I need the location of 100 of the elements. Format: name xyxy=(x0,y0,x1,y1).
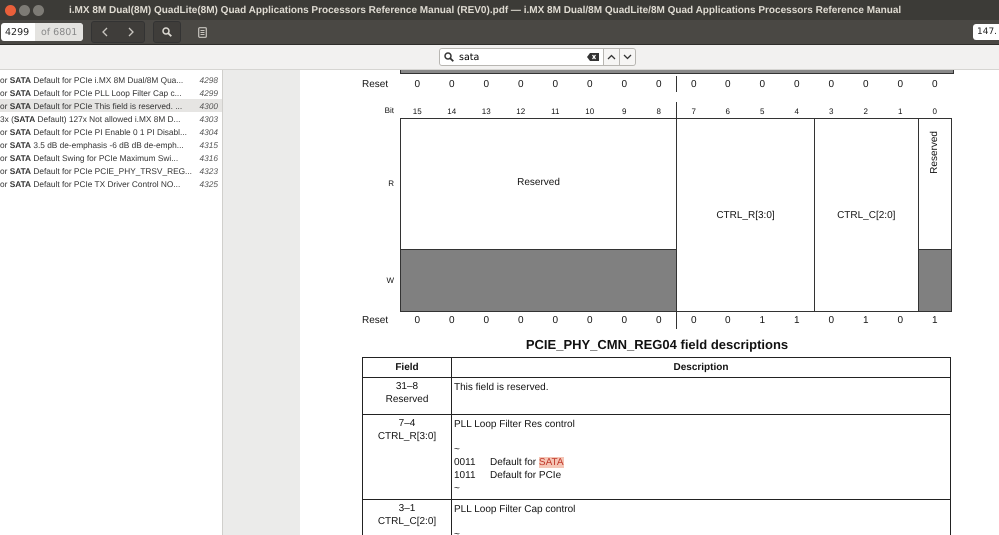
bit-number: 5 xyxy=(759,106,766,118)
bit-number: 0 xyxy=(932,106,938,118)
result-snippet: or SATA Default for PCIe i.MX 8M Dual/8M Qua... xyxy=(0,74,184,84)
search-result[interactable]: or SATA 3.5 dB de-emphasis -6 dB dB de-emph... 4315 xyxy=(0,138,222,151)
description-cell: PLL Loop Filter Cap control ~ xyxy=(452,500,950,535)
reset-value: 0 xyxy=(516,314,525,328)
search-box[interactable]: sata xyxy=(439,48,604,66)
result-snippet: or SATA Default for PCIe PLL Loop Filter Cap c... xyxy=(0,88,182,98)
field-cell: 31–8 Reserved xyxy=(362,378,452,414)
reset-label: Reset xyxy=(362,78,390,92)
result-snippet: 3x (SATA Default) 127x Not allowed i.MX 8M D... xyxy=(0,114,180,124)
reset-value: 0 xyxy=(930,78,939,92)
bit-number: 8 xyxy=(656,106,662,118)
search-result[interactable]: or SATA Default Swing for PCIe Maximum Swi... 4316 xyxy=(0,151,222,164)
field-cell: 3–1 CTRL_C[2:0] xyxy=(362,500,452,535)
reset-value: 0 xyxy=(896,314,904,328)
search-icon xyxy=(444,52,454,62)
reset-label: Reset xyxy=(362,314,390,328)
reset-value: 0 xyxy=(620,314,628,328)
minimize-button[interactable] xyxy=(19,4,30,16)
reset-value: 0 xyxy=(724,314,732,328)
result-page-number: 4325 xyxy=(200,178,218,188)
search-result[interactable]: or SATA Default for PCIe This field is reserved. ... 4300 xyxy=(0,99,222,112)
reset-value: 0 xyxy=(482,78,490,92)
chevron-down-icon xyxy=(623,54,632,60)
bit-number: 11 xyxy=(550,106,560,118)
document-icon xyxy=(198,26,207,38)
description-cell: PLL Loop Filter Res control ~ 0011 Default for SATA 1011 Default for PCIe ~ xyxy=(452,414,950,500)
reset-value: 1 xyxy=(862,314,870,328)
reset-value: 1 xyxy=(758,314,766,328)
bit-number: 13 xyxy=(480,106,492,118)
reset-value: 0 xyxy=(676,76,710,92)
bit-label: Bit xyxy=(384,104,395,116)
reset-value: 0 xyxy=(654,78,663,92)
reset-value: 0 xyxy=(413,314,422,328)
bit-number: 4 xyxy=(794,106,800,118)
chevron-up-icon xyxy=(607,54,616,60)
reset-value: 0 xyxy=(551,78,560,92)
reset-value: 0 xyxy=(482,314,490,328)
read-label: R xyxy=(387,178,395,190)
previous-match-button[interactable] xyxy=(604,48,620,66)
reset-value: 0 xyxy=(586,314,594,328)
bit-number: 12 xyxy=(515,106,526,118)
next-match-button[interactable] xyxy=(620,48,636,66)
search-result[interactable]: or SATA Default for PCIe TX Driver Control NO... 4325 xyxy=(0,177,222,190)
reset-value: 0 xyxy=(758,78,766,92)
reset-value: 0 xyxy=(827,78,836,92)
close-button[interactable] xyxy=(5,4,16,16)
result-page-number: 4315 xyxy=(200,140,218,150)
reset-value: 1 xyxy=(792,314,801,328)
reset-value: 0 xyxy=(862,78,870,92)
register-field: CTRL_C[2:0] xyxy=(814,118,918,312)
register-field: CTRL_R[3:0] xyxy=(676,118,814,312)
result-page-number: 4303 xyxy=(200,114,218,124)
chevron-left-icon xyxy=(102,27,108,37)
register-field: Reserved xyxy=(918,118,952,249)
result-page-number: 4316 xyxy=(200,152,218,162)
search-result[interactable]: or SATA Default for PCIe i.MX 8M Dual/8M Qua... 4298 xyxy=(0,73,222,86)
window-title: i.MX 8M Dual(8M) QuadLite(8M) Quad Applications Processors Reference Manual (REV0).pdf — i.MX 8M Dual/8M QuadLite/8M Quad Applications Processors Reference Manual xyxy=(69,4,902,16)
search-result[interactable]: or SATA Default for PCIe PI Enable 0 1 PI Disabl... 4304 xyxy=(0,125,222,138)
search-result[interactable]: 3x (SATA Default) 127x Not allowed i.MX 8M D... 4303 xyxy=(0,112,222,125)
result-snippet: or SATA 3.5 dB de-emphasis -6 dB dB de-emph... xyxy=(0,140,184,150)
bit-number: 9 xyxy=(621,106,628,118)
write-label: W xyxy=(385,275,395,287)
reset-value: 0 xyxy=(551,314,560,328)
register-field: Reserved xyxy=(400,118,676,249)
bit-number: 14 xyxy=(446,106,458,118)
table-title: PCIE_PHY_CMN_REG04 field descriptions xyxy=(524,337,790,352)
reset-value: 1 xyxy=(930,314,939,328)
search-result[interactable]: or SATA Default for PCIe PCIE_PHY_TRSV_REG... 4323 xyxy=(0,164,222,177)
page-number-field[interactable]: 4299 xyxy=(1,23,35,41)
result-snippet: or SATA Default for PCIe PCIE_PHY_TRSV_REG... xyxy=(0,166,192,176)
result-snippet: or SATA Default for PCIe TX Driver Control NO... xyxy=(0,178,180,188)
reset-value: 0 xyxy=(654,314,663,328)
reset-value: 0 xyxy=(676,312,710,329)
result-page-number: 4323 xyxy=(200,166,218,176)
reset-value: 0 xyxy=(896,78,904,92)
result-snippet: or SATA Default Swing for PCIe Maximum Swi... xyxy=(0,152,178,162)
page-total: of 6801 xyxy=(35,23,84,41)
reset-value: 0 xyxy=(516,78,525,92)
reset-value: 0 xyxy=(448,314,456,328)
zoom-field[interactable]: 147. xyxy=(973,24,999,40)
result-page-number: 4298 xyxy=(200,74,218,84)
description-cell: This field is reserved. xyxy=(452,378,950,414)
result-page-number: 4300 xyxy=(200,100,218,110)
write-blocked-cell xyxy=(918,249,952,312)
bit-number: 15 xyxy=(412,106,423,118)
bit-number: 10 xyxy=(584,106,596,118)
maximize-button[interactable] xyxy=(33,4,44,16)
field-cell: 7–4 CTRL_R[3:0] xyxy=(362,414,452,500)
reset-value: 0 xyxy=(413,78,422,92)
reset-value: 0 xyxy=(827,314,836,328)
bit-number: 1 xyxy=(897,106,904,118)
reset-value: 0 xyxy=(724,78,732,92)
search-result[interactable]: or SATA Default for PCIe PLL Loop Filter Cap c... 4299 xyxy=(0,86,222,99)
reset-value: 0 xyxy=(620,78,628,92)
clear-icon xyxy=(587,53,599,61)
bit-number: 6 xyxy=(724,106,731,118)
result-page-number: 4304 xyxy=(200,126,218,136)
search-icon xyxy=(162,27,172,37)
